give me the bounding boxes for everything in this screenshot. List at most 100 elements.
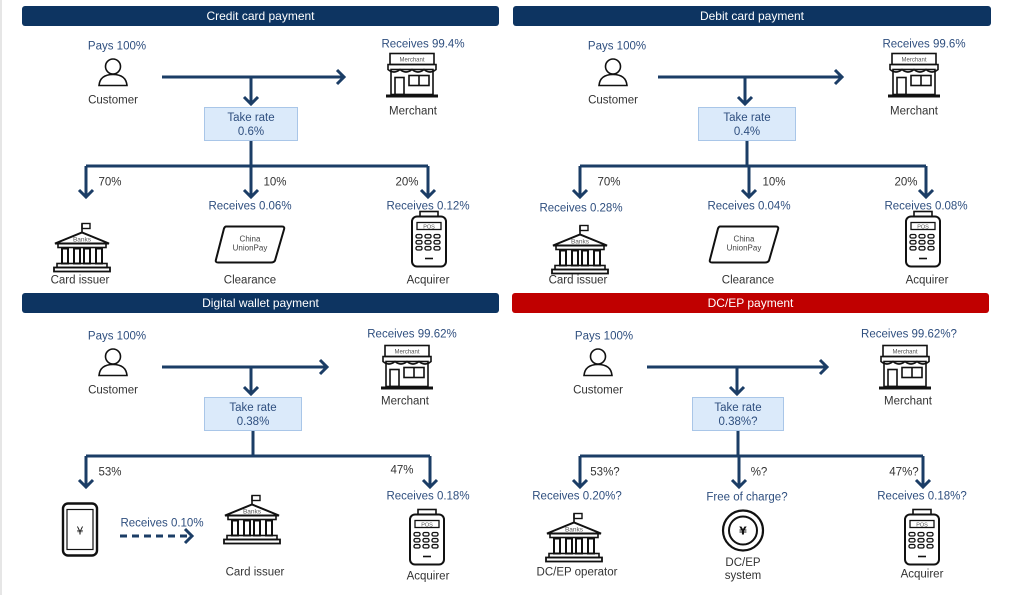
- svg-text:China: China: [240, 235, 261, 244]
- branch-label: DC/EP operator: [536, 566, 618, 579]
- bank-icon: Banks: [52, 222, 112, 279]
- branch-label: Card issuer: [548, 274, 608, 287]
- branch-receives: Receives 0.06%: [208, 200, 292, 213]
- svg-text:POS: POS: [916, 523, 928, 529]
- branch-share: 53%?: [590, 466, 620, 479]
- branch-share: 47%: [390, 464, 414, 477]
- take-rate-value: 0.4%: [733, 126, 761, 138]
- pos-terminal-icon: POS: [903, 210, 943, 274]
- merchant-receives: Receives 99.6%: [882, 38, 966, 51]
- person-icon: [96, 348, 130, 383]
- store-icon: Merchant: [878, 344, 932, 396]
- svg-text:Banks: Banks: [571, 239, 590, 246]
- branch-share: 20%: [894, 176, 918, 189]
- branch-label: Acquirer: [406, 570, 450, 583]
- pos-terminal-icon: POS: [407, 508, 447, 572]
- take-rate-label: Take rate: [227, 112, 275, 124]
- store-icon: Merchant: [385, 52, 439, 104]
- transfer-label: Card issuer: [225, 566, 285, 579]
- merchant-label: Merchant: [890, 105, 938, 118]
- branch-share: 53%: [98, 466, 122, 479]
- customer-pays: Pays 100%: [574, 330, 634, 343]
- take-rate-box: Take rate 0.6%: [204, 107, 298, 141]
- svg-text:Banks: Banks: [565, 527, 584, 534]
- customer-label: Customer: [88, 94, 138, 107]
- branch-label: Acquirer: [406, 274, 450, 287]
- branch-receives: Receives 0.18%?: [877, 490, 967, 503]
- panel-header: Credit card payment: [22, 6, 499, 26]
- svg-text:Banks: Banks: [73, 237, 92, 244]
- customer-pays: Pays 100%: [87, 40, 147, 53]
- branch-label: DC/EP system: [724, 557, 762, 582]
- svg-text:Merchant: Merchant: [399, 58, 424, 64]
- branch-label: Clearance: [721, 274, 775, 287]
- branch-label: Card issuer: [50, 274, 110, 287]
- panel-header: DC/EP payment: [512, 293, 989, 313]
- branch-receives: Receives 0.20%?: [532, 490, 622, 503]
- merchant-label: Merchant: [389, 105, 437, 118]
- branch-label: Acquirer: [900, 568, 944, 581]
- branch-receives: Receives 0.04%: [707, 200, 791, 213]
- transfer-receives: Receives 0.10%: [120, 517, 204, 530]
- branch-share: 47%?: [889, 466, 919, 479]
- pos-terminal-icon: POS: [902, 508, 942, 572]
- take-rate-label: Take rate: [723, 112, 771, 124]
- svg-text:Merchant: Merchant: [892, 350, 917, 356]
- svg-text:UnionPay: UnionPay: [727, 244, 762, 253]
- branch-label: Acquirer: [905, 274, 949, 287]
- panel-header: Digital wallet payment: [22, 293, 499, 313]
- person-icon: [596, 58, 630, 93]
- merchant-label: Merchant: [884, 395, 932, 408]
- unionpay-card-icon: China UnionPay: [214, 225, 286, 270]
- branch-share: 10%: [762, 176, 786, 189]
- svg-text:POS: POS: [423, 225, 435, 231]
- svg-text:Merchant: Merchant: [394, 350, 419, 356]
- svg-text:Merchant: Merchant: [901, 58, 926, 64]
- bank-icon: Banks: [222, 494, 282, 551]
- take-rate-box: Take rate 0.4%: [698, 107, 796, 141]
- take-rate-label: Take rate: [714, 402, 762, 414]
- svg-text:¥: ¥: [77, 525, 84, 538]
- take-rate-value: 0.38%: [236, 416, 270, 428]
- branch-share: %?: [750, 466, 768, 479]
- merchant-receives: Receives 99.62%?: [861, 328, 957, 341]
- branch-share: 70%: [98, 176, 122, 189]
- take-rate-value: 0.6%: [237, 126, 265, 138]
- branch-share: 10%: [263, 176, 287, 189]
- take-rate-box: Take rate 0.38%?: [692, 397, 784, 431]
- branch-receives: Free of charge?: [706, 491, 788, 504]
- customer-pays: Pays 100%: [87, 330, 147, 343]
- payment-flow-diagram: Credit card payment Pays 100% Customer Rece…: [0, 0, 1020, 595]
- customer-label: Customer: [573, 384, 623, 397]
- store-icon: Merchant: [887, 52, 941, 104]
- take-rate-value: 0.38%?: [718, 416, 758, 428]
- unionpay-card-icon: China UnionPay: [708, 225, 780, 270]
- mobile-wallet-icon: ¥: [61, 502, 99, 563]
- store-icon: Merchant: [380, 344, 434, 396]
- customer-label: Customer: [88, 384, 138, 397]
- take-rate-box: Take rate 0.38%: [204, 397, 302, 431]
- svg-text:China: China: [734, 235, 755, 244]
- svg-text:UnionPay: UnionPay: [233, 244, 268, 253]
- yuan-coin-icon: ¥: [721, 509, 765, 558]
- merchant-label: Merchant: [381, 395, 429, 408]
- customer-pays: Pays 100%: [587, 40, 647, 53]
- merchant-receives: Receives 99.62%: [367, 328, 457, 341]
- bank-icon: Banks: [544, 512, 604, 569]
- branch-receives: Receives 0.28%: [539, 202, 623, 215]
- take-rate-label: Take rate: [229, 402, 277, 414]
- customer-label: Customer: [588, 94, 638, 107]
- branch-share: 70%: [597, 176, 621, 189]
- svg-text:POS: POS: [917, 225, 929, 231]
- branch-share: 20%: [395, 176, 419, 189]
- svg-text:¥: ¥: [739, 525, 747, 538]
- merchant-receives: Receives 99.4%: [381, 38, 465, 51]
- pos-terminal-icon: POS: [409, 210, 449, 274]
- panel-header: Debit card payment: [513, 6, 991, 26]
- person-icon: [96, 58, 130, 93]
- svg-text:POS: POS: [421, 523, 433, 529]
- bank-icon: Banks: [550, 224, 610, 281]
- svg-text:Banks: Banks: [243, 509, 262, 516]
- branch-label: Clearance: [223, 274, 277, 287]
- person-icon: [581, 348, 615, 383]
